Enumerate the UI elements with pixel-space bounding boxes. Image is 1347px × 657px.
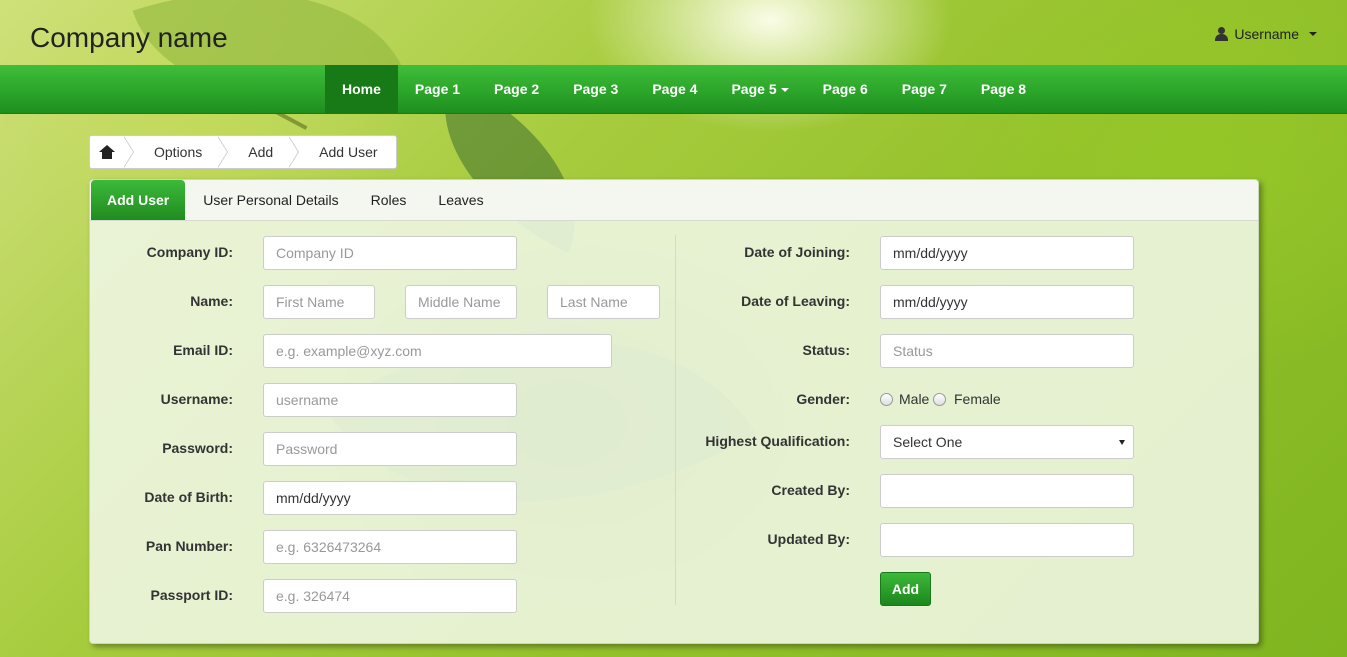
tab-leaves[interactable]: Leaves: [422, 180, 499, 220]
status-label: Status:: [802, 342, 850, 358]
tab-add-user[interactable]: Add User: [91, 180, 186, 220]
gender-label: Gender:: [796, 391, 850, 407]
breadcrumb: Options Add Add User: [89, 135, 397, 169]
tab-user-personal-details[interactable]: User Personal Details: [187, 180, 354, 220]
dol-label: Date of Leaving:: [741, 293, 850, 309]
company-id-input[interactable]: Company ID: [263, 236, 517, 270]
nav-item-page-5[interactable]: Page 5: [714, 65, 805, 114]
breadcrumb-options[interactable]: Options: [134, 136, 218, 168]
nav-item-page-2[interactable]: Page 2: [477, 65, 556, 114]
home-icon: [99, 145, 115, 159]
email-label: Email ID:: [173, 342, 233, 358]
qualification-selected-value: Select One: [893, 434, 963, 450]
user-menu[interactable]: Username: [1214, 26, 1317, 42]
pan-label: Pan Number:: [145, 538, 233, 554]
breadcrumb-separator: [288, 136, 300, 168]
first-name-input[interactable]: First Name: [263, 285, 375, 319]
column-divider: [675, 235, 676, 605]
select-arrow-icon: [1119, 440, 1125, 445]
last-name-input[interactable]: Last Name: [547, 285, 660, 319]
password-label: Password:: [162, 440, 233, 456]
created-by-label: Created By:: [771, 482, 850, 498]
nav-item-page-4[interactable]: Page 4: [635, 65, 714, 114]
brand-title[interactable]: Company name: [30, 22, 228, 54]
user-menu-label: Username: [1234, 26, 1299, 42]
updated-by-label: Updated By:: [767, 531, 850, 547]
main-navbar: Home Page 1 Page 2 Page 3 Page 4 Page 5 …: [0, 65, 1347, 114]
add-button[interactable]: Add: [880, 572, 931, 606]
pan-input[interactable]: e.g. 6326473264: [263, 530, 517, 564]
doj-label: Date of Joining:: [744, 244, 850, 260]
nav-item-page-6[interactable]: Page 6: [806, 65, 885, 114]
doj-input[interactable]: mm/dd/yyyy: [880, 236, 1134, 270]
gender-female-radio[interactable]: [933, 393, 946, 406]
dol-input[interactable]: mm/dd/yyyy: [880, 285, 1134, 319]
user-icon: [1214, 27, 1229, 41]
created-by-input[interactable]: [880, 474, 1134, 508]
password-input[interactable]: Password: [263, 432, 517, 466]
middle-name-input[interactable]: Middle Name: [405, 285, 517, 319]
nav-item-page-7[interactable]: Page 7: [885, 65, 964, 114]
breadcrumb-add[interactable]: Add: [228, 136, 289, 168]
breadcrumb-home[interactable]: [90, 136, 124, 168]
tab-bar: Add User User Personal Details Roles Lea…: [90, 180, 1258, 221]
status-input[interactable]: Status: [880, 334, 1134, 368]
nav-item-page-3[interactable]: Page 3: [556, 65, 635, 114]
passport-input[interactable]: e.g. 326474: [263, 579, 517, 613]
gender-female-label: Female: [954, 391, 1001, 407]
nav-item-page-8[interactable]: Page 8: [964, 65, 1043, 114]
breadcrumb-add-user[interactable]: Add User: [299, 136, 395, 168]
updated-by-input[interactable]: [880, 523, 1134, 557]
company-id-label: Company ID:: [146, 244, 233, 260]
nav-item-home[interactable]: Home: [325, 65, 398, 114]
username-label: Username:: [160, 391, 233, 407]
nav-item-page-5-label: Page 5: [731, 81, 777, 97]
tab-roles[interactable]: Roles: [355, 180, 423, 220]
dob-label: Date of Birth:: [144, 489, 233, 505]
add-user-panel: Add User User Personal Details Roles Lea…: [89, 179, 1259, 644]
dob-input[interactable]: mm/dd/yyyy: [263, 481, 517, 515]
breadcrumb-separator: [123, 136, 134, 168]
name-label: Name:: [190, 293, 233, 309]
username-input[interactable]: username: [263, 383, 517, 417]
gender-male-radio[interactable]: [880, 393, 893, 406]
gender-male-label: Male: [899, 391, 930, 407]
qualification-select[interactable]: Select One: [880, 425, 1134, 459]
nav-item-page-1[interactable]: Page 1: [398, 65, 477, 114]
passport-label: Passport ID:: [150, 587, 233, 603]
breadcrumb-separator: [217, 136, 229, 168]
chevron-down-icon: [780, 88, 789, 93]
qualification-label: Highest Qualification:: [705, 433, 850, 449]
email-input[interactable]: e.g. example@xyz.com: [263, 334, 612, 368]
chevron-down-icon: [1309, 32, 1317, 36]
